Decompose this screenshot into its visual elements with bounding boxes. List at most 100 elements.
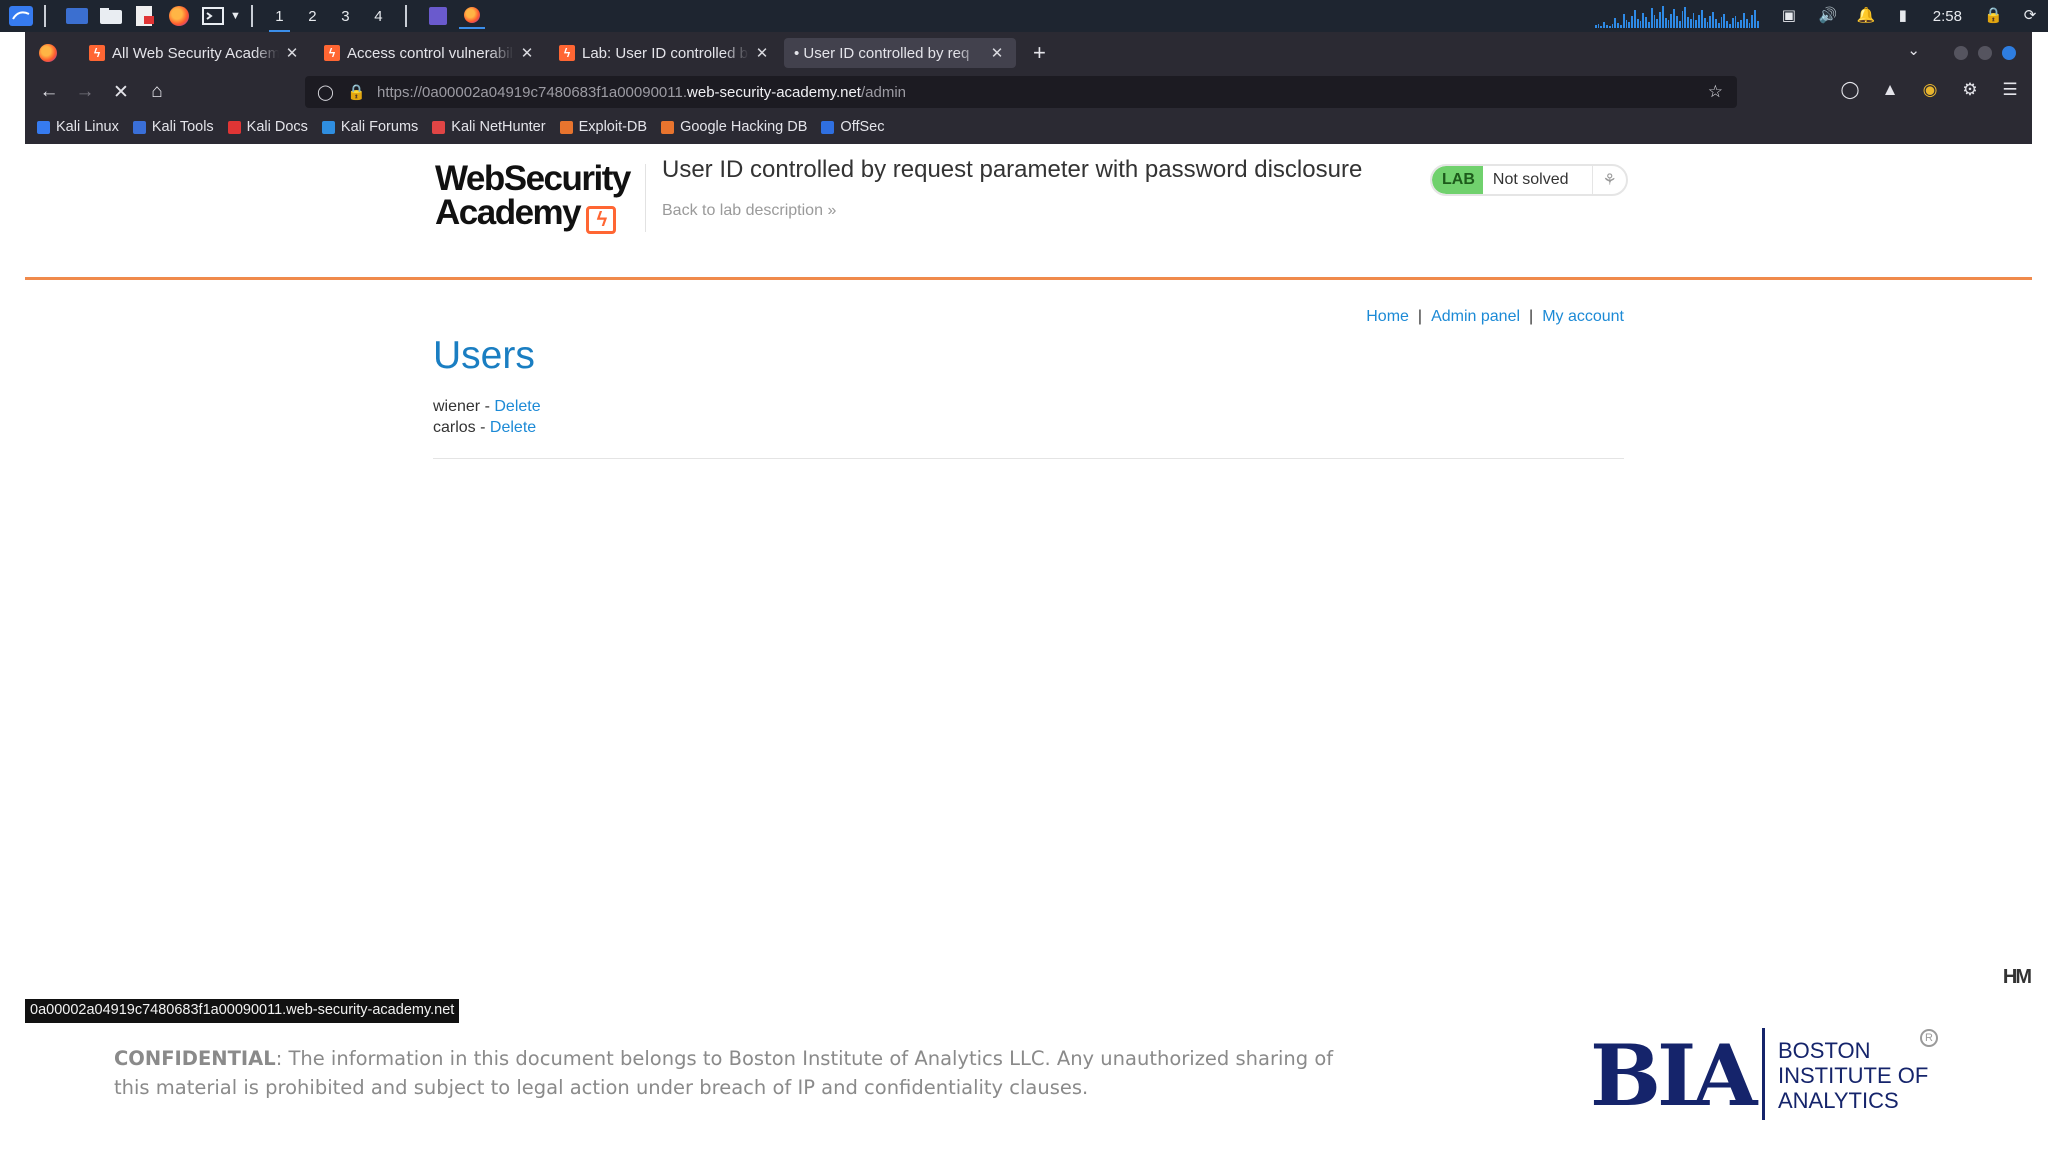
notification-bell-icon[interactable]: 🔔 — [1857, 8, 1876, 24]
bookmark-label: OffSec — [840, 119, 885, 135]
bookmark-favicon-icon — [559, 120, 573, 134]
text-editor-icon[interactable] — [132, 5, 158, 27]
bookmark-kali-docs[interactable]: Kali Docs — [227, 119, 308, 135]
panel-separator — [404, 5, 407, 27]
minimize-button[interactable] — [1954, 46, 1968, 60]
double-chevron-right-icon: » — [827, 202, 837, 219]
tab-label: All Web Security Academy — [112, 44, 279, 62]
forward-arrow-icon[interactable]: → — [67, 81, 103, 103]
delete-wiener-link[interactable]: Delete — [494, 398, 540, 415]
battery-icon[interactable]: ▮ — [1895, 8, 1911, 24]
workspace-3[interactable]: 3 — [329, 8, 362, 25]
bookmark-label: Kali Forums — [340, 119, 419, 135]
logo-line-2: Academy ϟ — [435, 195, 650, 234]
navigation-toolbar: ← → ✕ ⌂ ◯ 🔒 https://0a00002a04919c748068… — [25, 72, 2032, 112]
tab-all-web-security-academy[interactable]: ϟ All Web Security Academy ✕ — [79, 38, 311, 68]
web-security-academy-logo[interactable]: WebSecurity Academy ϟ — [435, 159, 650, 236]
tab-list-chevron-icon[interactable]: ⌄ — [1907, 41, 1920, 59]
clock[interactable]: 2:58 — [1933, 8, 1962, 25]
pocket-icon[interactable]: ◯ — [1840, 80, 1860, 100]
power-icon[interactable]: ⟳ — [2022, 8, 2038, 24]
close-icon[interactable]: ✕ — [518, 44, 536, 62]
bia-logo: BIA BOSTON INSTITUTE OF ANALYTICS R — [1590, 1026, 1950, 1122]
close-window-button[interactable] — [2002, 46, 2016, 60]
bookmark-exploit-db[interactable]: Exploit-DB — [559, 119, 647, 135]
chevron-down-icon[interactable]: ▼ — [230, 10, 241, 22]
close-icon[interactable]: ✕ — [753, 44, 771, 62]
bia-mark: BIA — [1590, 1026, 1757, 1125]
tab-active-lab[interactable]: • User ID controlled by req ✕ — [784, 38, 1016, 68]
bookmark-kali-tools[interactable]: Kali Tools — [132, 119, 214, 135]
back-arrow-icon[interactable]: ← — [31, 81, 67, 103]
url-text[interactable]: https://0a00002a04919c7480683f1a00090011… — [377, 84, 906, 101]
lab-status-widget: LAB Not solved ⚘ — [1430, 164, 1628, 196]
bookmark-offsec[interactable]: OffSec — [821, 119, 884, 135]
workspace-1[interactable]: 1 — [263, 8, 296, 32]
tab-label: • User ID controlled by req — [794, 44, 970, 62]
network-monitor-graph — [1594, 4, 1759, 28]
kali-top-panel: ▼ 1 2 3 4 ▣ 🔊 🔔 ▮ 2:58 🔒 ⟳ — [0, 0, 2048, 32]
link-status-tooltip: 0a00002a04919c7480683f1a00090011.web-sec… — [25, 999, 460, 1023]
kali-menu-icon[interactable] — [8, 5, 34, 27]
stop-loading-icon[interactable]: ✕ — [103, 81, 139, 104]
back-link-label: Back to lab description — [662, 202, 823, 219]
nav-separator: | — [1417, 308, 1423, 325]
bookmark-favicon-icon — [661, 120, 675, 134]
bookmark-favicon-icon — [321, 120, 335, 134]
volume-icon[interactable]: 🔊 — [1819, 8, 1838, 24]
bookmark-label: Google Hacking DB — [680, 119, 808, 135]
desktop-icon[interactable] — [64, 5, 90, 27]
terminal-icon[interactable] — [200, 5, 226, 27]
foxyproxy-icon[interactable]: ◉ — [1920, 80, 1940, 100]
firefox-window-icon[interactable] — [458, 3, 485, 29]
display-icon[interactable]: ▣ — [1781, 8, 1797, 24]
lock-icon[interactable]: 🔒 — [1984, 8, 2003, 24]
user-row-wiener: wiener - Delete — [433, 398, 541, 415]
logo-line-1: WebSecurity — [435, 159, 631, 198]
my-account-link[interactable]: My account — [1542, 308, 1624, 325]
lab-badge: LAB — [1432, 166, 1483, 194]
settings-gear-icon[interactable]: ⚙ — [1960, 80, 1980, 100]
delete-carlos-link[interactable]: Delete — [490, 419, 536, 436]
content-divider — [433, 458, 1624, 459]
url-prefix: https://0a00002a04919c7480683f1a00090011… — [377, 83, 688, 101]
bookmark-google-hacking-db[interactable]: Google Hacking DB — [661, 119, 807, 135]
file-manager-icon[interactable] — [98, 5, 124, 27]
tab-access-control[interactable]: ϟ Access control vulnerabili ✕ — [314, 38, 546, 68]
tab-lab-description[interactable]: ϟ Lab: User ID controlled by ✕ — [549, 38, 781, 68]
firefox-view-icon[interactable] — [39, 44, 57, 62]
maximize-button[interactable] — [1978, 46, 1992, 60]
users-list: wiener - Delete carlos - Delete — [433, 396, 541, 438]
url-bar[interactable]: ◯ 🔒 https://0a00002a04919c7480683f1a0009… — [305, 76, 1737, 108]
close-icon[interactable]: ✕ — [283, 44, 301, 62]
workspace-4[interactable]: 4 — [362, 8, 395, 25]
firefox-window: ϟ All Web Security Academy ✕ ϟ Access co… — [25, 32, 2032, 144]
extension-puzzle-icon[interactable]: ▲ — [1880, 80, 1900, 100]
username: wiener — [433, 398, 481, 415]
hamburger-menu-icon[interactable]: ☰ — [2000, 80, 2020, 100]
close-icon[interactable]: ✕ — [988, 44, 1006, 62]
portswigger-favicon-icon: ϟ — [324, 45, 340, 61]
padlock-icon[interactable]: 🔒 — [347, 83, 366, 101]
confidential-notice: CONFIDENTIAL: The information in this do… — [114, 1044, 1374, 1102]
workspace-2[interactable]: 2 — [296, 8, 329, 25]
back-to-lab-description-link[interactable]: Back to lab description » — [662, 202, 836, 220]
admin-panel-link[interactable]: Admin panel — [1431, 308, 1520, 325]
bookmark-kali-forums[interactable]: Kali Forums — [321, 119, 419, 135]
bookmark-star-icon[interactable]: ☆ — [1708, 82, 1723, 102]
burp-window-icon[interactable] — [425, 5, 451, 27]
shield-icon[interactable]: ◯ — [317, 83, 334, 101]
firefox-launcher-icon[interactable] — [166, 5, 192, 27]
bookmark-kali-nethunter[interactable]: Kali NetHunter — [432, 119, 546, 135]
tab-bar: ϟ All Web Security Academy ✕ ϟ Access co… — [25, 34, 2032, 72]
home-link[interactable]: Home — [1366, 308, 1409, 325]
username: carlos — [433, 419, 476, 436]
home-icon[interactable]: ⌂ — [139, 81, 175, 103]
new-tab-button[interactable]: + — [1033, 40, 1046, 66]
bookmark-label: Kali Linux — [56, 119, 119, 135]
bookmark-label: Kali Tools — [151, 119, 214, 135]
header-divider — [645, 164, 646, 232]
panel-separator — [44, 5, 46, 27]
bookmark-kali-linux[interactable]: Kali Linux — [37, 119, 119, 135]
portswigger-favicon-icon: ϟ — [89, 45, 105, 61]
